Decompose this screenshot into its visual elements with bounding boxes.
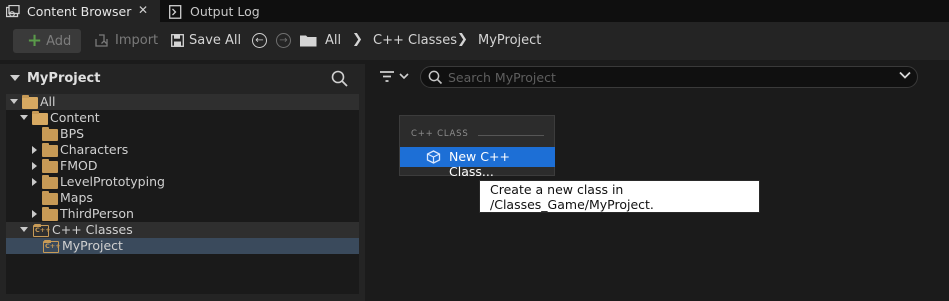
import-icon (95, 34, 110, 47)
filter-icon (379, 70, 395, 83)
tree-item-label: Characters (60, 142, 129, 157)
folder-icon (42, 207, 58, 221)
tree-item-all[interactable]: All (6, 94, 359, 110)
save-all-button[interactable]: Save All (171, 33, 241, 48)
tree-item-maps[interactable]: Maps (6, 190, 359, 206)
expand-arrow-icon[interactable] (10, 99, 18, 104)
tree-item-label: LevelPrototyping (60, 174, 165, 189)
tree-item-label: ThirdPerson (60, 206, 134, 221)
tab-output-log[interactable]: Output Log (163, 0, 283, 22)
tree-item-label: BPS (60, 126, 85, 141)
tooltip: Create a new class in /Classes_Game/MyPr… (479, 180, 760, 213)
save-all-label: Save All (189, 33, 242, 48)
sources-panel-title: MyProject (27, 71, 101, 86)
folder-icon (42, 127, 58, 141)
expand-arrow-icon[interactable] (32, 146, 37, 154)
expand-arrow-icon[interactable] (20, 227, 28, 232)
breadcrumb-folder-icon[interactable] (300, 34, 317, 47)
tree-item-label: C++ Classes (52, 222, 133, 237)
add-label: Add (46, 33, 72, 49)
menu-divider (478, 135, 544, 136)
folder-icon (42, 191, 58, 205)
cpp-folder-icon (33, 224, 51, 237)
import-button[interactable]: Import (95, 33, 158, 48)
menu-item-label: New C++ Class... (449, 149, 510, 179)
search-placeholder: Search MyProject (448, 70, 556, 85)
breadcrumb-item[interactable]: MyProject (478, 33, 541, 48)
chevron-down-icon[interactable] (899, 71, 911, 80)
folder-icon (42, 159, 58, 173)
tree-item-label: MyProject (62, 238, 123, 253)
close-icon[interactable]: ✕ (138, 3, 148, 17)
expand-arrow-icon[interactable] (20, 115, 28, 120)
tree-item-label: Maps (60, 190, 93, 205)
sources-panel-header[interactable]: MyProject (0, 64, 365, 92)
tooltip-text: Create a new class in /Classes_Game/MyPr… (490, 181, 654, 212)
tree-item-label: All (40, 94, 56, 109)
breadcrumb-item[interactable]: C++ Classes (373, 33, 457, 48)
tree-item-bps[interactable]: BPS (6, 126, 359, 142)
chevron-right-icon: ❯ (457, 32, 468, 47)
add-button[interactable]: + Add (13, 29, 81, 53)
folder-icon (42, 175, 58, 189)
output-log-icon (169, 4, 183, 19)
folder-tree: All Content BPS Characters FMOD LevelPro… (6, 94, 359, 294)
context-menu: C++ CLASS New C++ Class... (399, 115, 555, 179)
search-icon (428, 70, 443, 85)
menu-section-header: C++ CLASS (411, 129, 469, 139)
tab-bar: Content Browser ✕ Output Log (0, 0, 949, 22)
tab-label: Output Log (190, 3, 260, 19)
expand-arrow-icon[interactable] (32, 210, 37, 218)
new-cpp-class-menu-item[interactable]: New C++ Class... (400, 147, 555, 179)
breadcrumb-item[interactable]: All (325, 33, 341, 48)
tree-item-label: Content (50, 110, 100, 125)
chevron-down-icon (399, 73, 409, 80)
folder-open-icon (32, 111, 48, 125)
content-browser-icon (5, 4, 20, 18)
tab-content-browser[interactable]: Content Browser ✕ (0, 0, 160, 22)
tree-item-thirdperson[interactable]: ThirdPerson (6, 206, 359, 222)
filter-button[interactable] (379, 70, 409, 83)
cpp-folder-icon (43, 240, 61, 253)
import-label: Import (115, 33, 159, 48)
tree-item-content[interactable]: Content (6, 110, 359, 126)
tree-item-myproject[interactable]: MyProject (6, 238, 359, 254)
tree-item-levelprototyping[interactable]: LevelPrototyping (6, 174, 359, 190)
expand-arrow-icon[interactable] (32, 178, 37, 186)
chevron-right-icon: ❯ (352, 32, 363, 47)
tree-item-cpp-classes[interactable]: C++ Classes (6, 222, 359, 238)
tree-item-fmod[interactable]: FMOD (6, 158, 359, 174)
expand-arrow-icon[interactable] (32, 162, 37, 170)
search-input[interactable]: Search MyProject (420, 66, 918, 88)
forward-icon[interactable]: → (276, 33, 291, 48)
back-icon[interactable]: ← (252, 33, 267, 48)
save-icon (171, 34, 184, 47)
folder-icon (42, 143, 58, 157)
tree-item-characters[interactable]: Characters (6, 142, 359, 158)
collapse-arrow-icon[interactable] (10, 75, 20, 81)
tab-label: Content Browser (27, 3, 132, 19)
sources-panel: MyProject All Content BPS Characters FMO… (0, 64, 365, 301)
tree-item-label: FMOD (60, 158, 98, 173)
folder-open-icon (22, 95, 38, 109)
search-icon[interactable] (331, 70, 349, 92)
plus-icon: + (27, 30, 43, 51)
toolbar: + Add Import Save All ← → All ❯ C++ Clas… (0, 22, 949, 60)
cpp-class-icon (426, 150, 441, 167)
